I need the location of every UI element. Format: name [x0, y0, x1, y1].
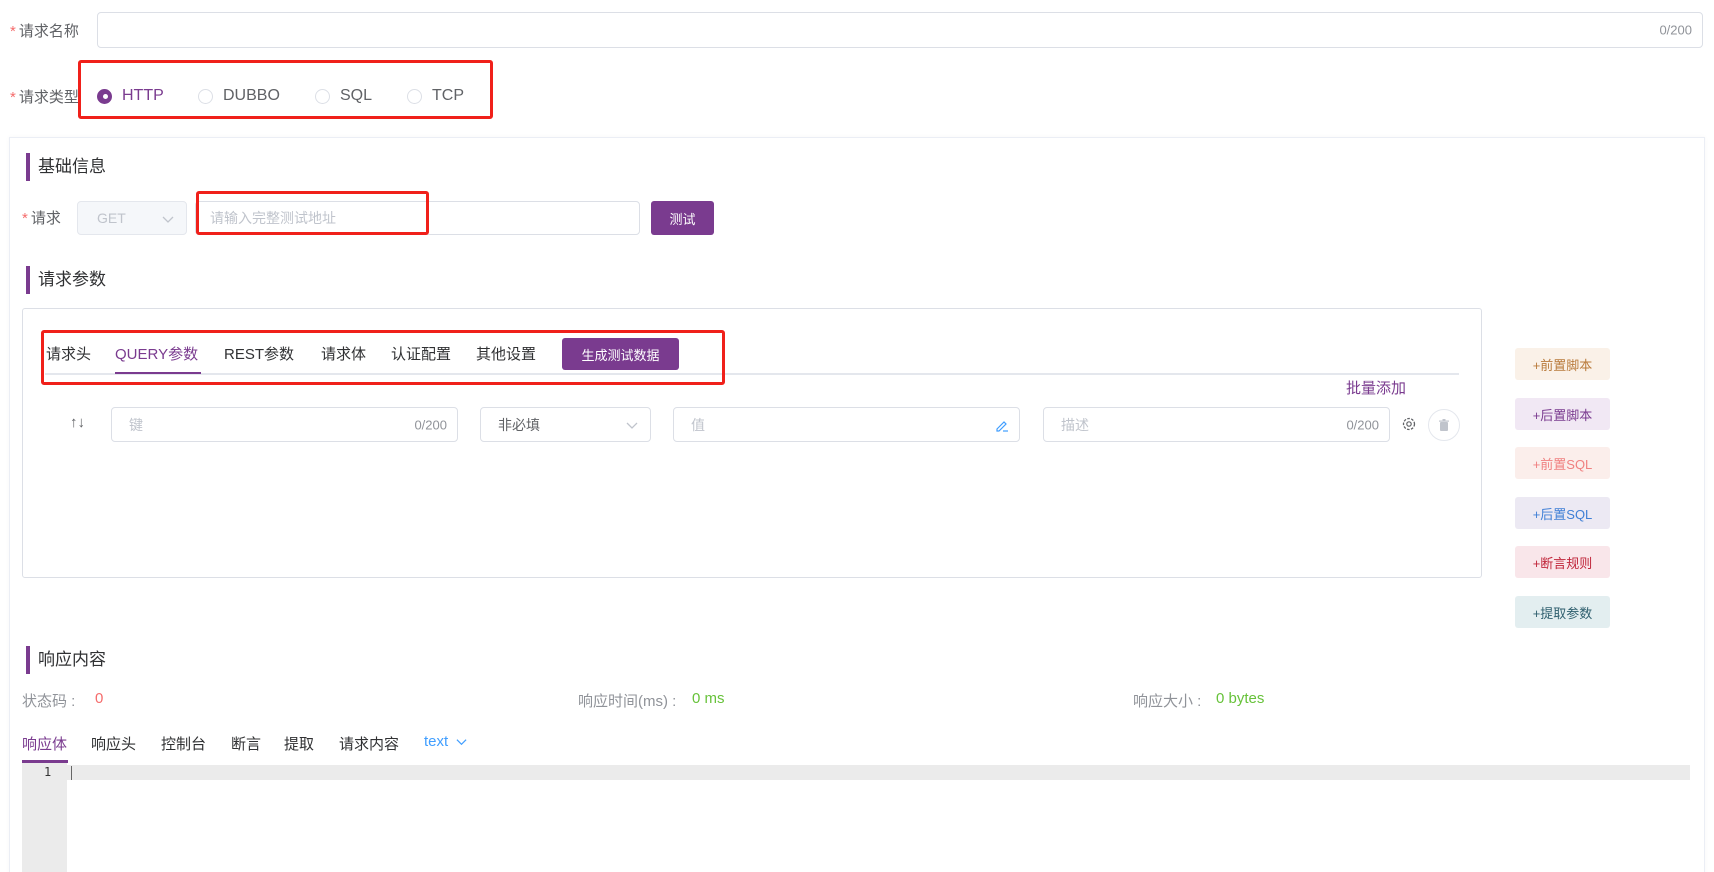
sort-arrows-icon[interactable]: ↑↓ — [70, 414, 85, 431]
delete-row-button[interactable] — [1428, 409, 1460, 441]
tab-response-headers[interactable]: 响应头 — [91, 733, 136, 754]
value-placeholder: 值 — [691, 416, 705, 433]
name-label-text: 请求名称 — [18, 23, 79, 40]
add-pre-script-button[interactable]: +前置脚本 — [1515, 348, 1610, 380]
line-gutter — [22, 763, 67, 872]
request-label: * 请求 — [22, 207, 61, 228]
edit-pen-icon[interactable] — [995, 418, 1009, 432]
status-code-label: 状态码 : — [22, 693, 76, 710]
description-placeholder: 描述 — [1061, 416, 1089, 433]
gear-icon[interactable] — [1401, 416, 1417, 432]
request-name-input[interactable]: 0/200 — [97, 12, 1703, 48]
response-editor[interactable]: 1 — [22, 763, 1690, 872]
type-label-text: 请求类型 — [18, 89, 79, 106]
required-star: * — [22, 210, 28, 227]
add-post-script-button[interactable]: +后置脚本 — [1515, 398, 1610, 430]
key-counter: 0/200 — [414, 417, 447, 432]
description-counter: 0/200 — [1346, 417, 1379, 432]
text-cursor — [71, 766, 72, 780]
response-time-label: 响应时间(ms) : — [578, 693, 677, 710]
response-size-value: 0 bytes — [1216, 690, 1265, 707]
request-label-text: 请求 — [30, 210, 61, 227]
highlight-box-request-type — [78, 60, 493, 119]
chevron-down-icon — [162, 216, 174, 223]
batch-add-link[interactable]: 批量添加 — [1346, 377, 1406, 398]
chevron-down-icon — [456, 739, 467, 746]
tab-extract[interactable]: 提取 — [284, 733, 314, 754]
format-value: text — [424, 733, 449, 750]
type-label: * 请求类型 — [10, 86, 79, 107]
basic-info-title: 基础信息 — [26, 153, 106, 181]
tab-request-content[interactable]: 请求内容 — [339, 733, 399, 754]
chevron-down-icon — [626, 422, 638, 429]
test-button[interactable]: 测试 — [651, 201, 714, 235]
tab-response-body[interactable]: 响应体 — [22, 733, 67, 754]
format-select[interactable]: text — [424, 733, 467, 750]
response-time-value: 0 ms — [692, 690, 725, 707]
key-placeholder: 键 — [129, 416, 143, 433]
add-pre-sql-button[interactable]: +前置SQL — [1515, 447, 1610, 479]
description-input[interactable]: 描述 0/200 — [1043, 407, 1390, 442]
tab-assertions[interactable]: 断言 — [231, 733, 261, 754]
trash-icon — [1439, 418, 1449, 431]
required-select[interactable]: 非必填 — [480, 407, 651, 442]
value-input[interactable]: 值 — [673, 407, 1020, 442]
add-extract-param-button[interactable]: +提取参数 — [1515, 596, 1610, 628]
active-line-highlight — [67, 765, 1690, 780]
line-number: 1 — [44, 765, 52, 779]
add-post-sql-button[interactable]: +后置SQL — [1515, 497, 1610, 529]
tab-console[interactable]: 控制台 — [161, 733, 206, 754]
highlight-box-tabs — [41, 330, 725, 385]
name-counter: 0/200 — [1659, 22, 1692, 38]
response-size-label: 响应大小 : — [1133, 693, 1202, 710]
highlight-box-url — [196, 191, 429, 235]
required-star: * — [10, 23, 16, 40]
required-value: 非必填 — [498, 416, 540, 433]
request-params-title: 请求参数 — [26, 266, 106, 294]
add-assertion-button[interactable]: +断言规则 — [1515, 546, 1610, 578]
key-input[interactable]: 键 0/200 — [111, 407, 458, 442]
required-star: * — [10, 89, 16, 106]
status-code-value: 0 — [95, 690, 104, 707]
method-value: GET — [97, 210, 126, 226]
method-select[interactable]: GET — [77, 201, 187, 235]
response-title: 响应内容 — [26, 646, 106, 674]
name-label: * 请求名称 — [10, 20, 79, 41]
